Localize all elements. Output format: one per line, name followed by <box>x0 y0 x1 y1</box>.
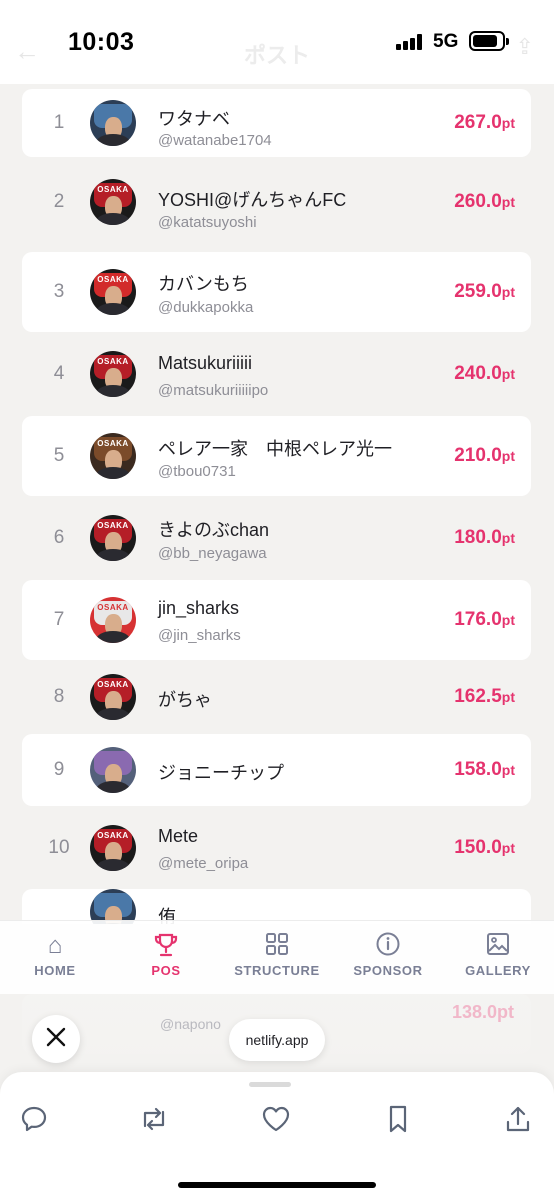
ranking-row[interactable]: 2 OSAKA YOSHI@げんちゃんFC @katatsuyoshi 260.… <box>22 167 531 237</box>
ranking-row[interactable]: 10 OSAKA Mete @mete_oripa 150.0pt <box>22 810 531 886</box>
ranking-row[interactable]: 侑 <box>22 889 531 924</box>
share-button[interactable] <box>498 1104 538 1144</box>
points-value: 158.0pt <box>454 759 515 780</box>
nav-sponsor[interactable]: SPONSOR <box>333 931 443 978</box>
status-bar: ← ポスト ⇪ 10:03 5G <box>0 0 554 84</box>
player-name: カバンもち <box>158 274 249 294</box>
share-icon <box>506 1106 530 1132</box>
avatar: OSAKA <box>90 674 136 720</box>
player-handle: @dukkapokka <box>158 299 254 316</box>
avatar: OSAKA <box>90 597 136 643</box>
site-bottom-nav: ⌂ HOME POS STRUCTURE SPONSOR GALLERY <box>0 920 554 994</box>
player-name: jin_sharks <box>158 598 240 618</box>
bookmark-icon <box>389 1105 407 1133</box>
rank-number: 2 <box>53 191 65 212</box>
avatar <box>90 100 136 146</box>
like-icon <box>262 1106 290 1132</box>
close-icon <box>46 1027 66 1047</box>
status-time: 10:03 <box>68 28 135 56</box>
url-pill[interactable]: netlify.app <box>229 1019 325 1061</box>
rank-number: 5 <box>53 445 65 466</box>
player-name: Matsukuriiiii <box>158 353 253 373</box>
info-icon <box>333 931 443 961</box>
bookmark-button[interactable] <box>378 1104 418 1144</box>
player-handle: @jin_sharks <box>158 627 241 644</box>
player-name: ペレア一家 中根ペレア光一 <box>158 439 392 459</box>
avatar <box>90 747 136 793</box>
avatar <box>90 889 136 924</box>
network-label: 5G <box>433 31 459 52</box>
points-value: 150.0pt <box>454 837 515 858</box>
image-icon <box>443 931 553 961</box>
player-handle: @tbou0731 <box>158 463 236 480</box>
points-value: 259.0pt <box>454 281 515 302</box>
player-handle: @watanabe1704 <box>158 132 272 149</box>
nav-pos[interactable]: POS <box>111 931 221 978</box>
ranking-row[interactable]: 4 OSAKA Matsukuriiiii @matsukuriiiiipo 2… <box>22 334 531 414</box>
share-icon[interactable]: ⇪ <box>516 34 534 60</box>
points-value: 180.0pt <box>454 527 515 548</box>
avatar: OSAKA <box>90 269 136 315</box>
ranking-row[interactable]: 7 OSAKA jin_sharks @jin_sharks 176.0pt <box>22 580 531 660</box>
nav-structure[interactable]: STRUCTURE <box>222 931 332 978</box>
rank-number: 6 <box>53 527 65 548</box>
signal-icon <box>396 34 426 50</box>
player-name: ジョニーチップ <box>158 763 284 783</box>
repost-button[interactable] <box>134 1104 174 1144</box>
repost-icon <box>143 1107 165 1131</box>
avatar: OSAKA <box>90 433 136 479</box>
ranking-row[interactable]: 1 ワタナベ @watanabe1704 267.0pt <box>22 89 531 157</box>
player-name: がちゃ <box>158 690 212 710</box>
close-button[interactable] <box>32 1015 80 1063</box>
points-value: 267.0pt <box>454 112 515 133</box>
rank-number: 7 <box>53 609 65 630</box>
rank-number: 10 <box>48 837 70 858</box>
points-value: 176.0pt <box>454 609 515 630</box>
battery-icon <box>469 31 509 51</box>
rank-number: 4 <box>53 363 65 384</box>
points-value: 162.5pt <box>454 686 515 707</box>
rank-number: 9 <box>53 759 65 780</box>
avatar: OSAKA <box>90 351 136 397</box>
player-name: YOSHI@げんちゃんFC <box>158 190 347 210</box>
avatar: OSAKA <box>90 179 136 225</box>
nav-gallery[interactable]: GALLERY <box>443 931 553 978</box>
player-handle: @matsukuriiiiipo <box>158 382 269 399</box>
player-handle: @mete_oripa <box>158 855 249 872</box>
rank-number: 1 <box>53 112 65 133</box>
home-icon: ⌂ <box>47 932 63 959</box>
nav-home[interactable]: ⌂ HOME <box>0 931 110 978</box>
trophy-icon <box>111 931 221 961</box>
home-indicator <box>178 1182 376 1188</box>
ranking-row[interactable]: 5 OSAKA ペレア一家 中根ペレア光一 @tbou0731 210.0pt <box>22 416 531 496</box>
player-name: きよのぶchan <box>158 520 270 540</box>
player-handle: @bb_neyagawa <box>158 545 267 562</box>
points-value: 240.0pt <box>454 363 515 384</box>
avatar: OSAKA <box>90 515 136 561</box>
player-name: ワタナベ <box>158 109 230 129</box>
reply-button[interactable] <box>14 1104 54 1144</box>
reply-icon <box>21 1106 47 1132</box>
ghost-handle: @napono <box>160 1016 221 1032</box>
rank-number: 3 <box>53 281 65 302</box>
grid-icon <box>222 931 332 961</box>
player-handle: @katatsuyoshi <box>158 214 257 231</box>
ranking-row[interactable]: 8 OSAKA がちゃ 162.5pt <box>22 668 531 726</box>
rank-number: 8 <box>53 686 65 707</box>
points-value: 260.0pt <box>454 191 515 212</box>
ranking-row[interactable]: 3 OSAKA カバンもち @dukkapokka 259.0pt <box>22 252 531 332</box>
ranking-list: 1 ワタナベ @watanabe1704 267.0pt 2 OSAKA YOS… <box>0 84 554 924</box>
like-button[interactable] <box>256 1104 296 1144</box>
ranking-row[interactable]: 9 ジョニーチップ 158.0pt <box>22 734 531 806</box>
ghost-points: 138.0pt <box>451 1002 514 1022</box>
action-sheet <box>0 1072 554 1200</box>
ranking-row[interactable]: 6 OSAKA きよのぶchan @bb_neyagawa 180.0pt <box>22 498 531 578</box>
points-value: 210.0pt <box>454 445 515 466</box>
avatar: OSAKA <box>90 825 136 871</box>
sheet-grabber[interactable] <box>249 1082 291 1087</box>
player-name: Mete <box>158 826 199 846</box>
